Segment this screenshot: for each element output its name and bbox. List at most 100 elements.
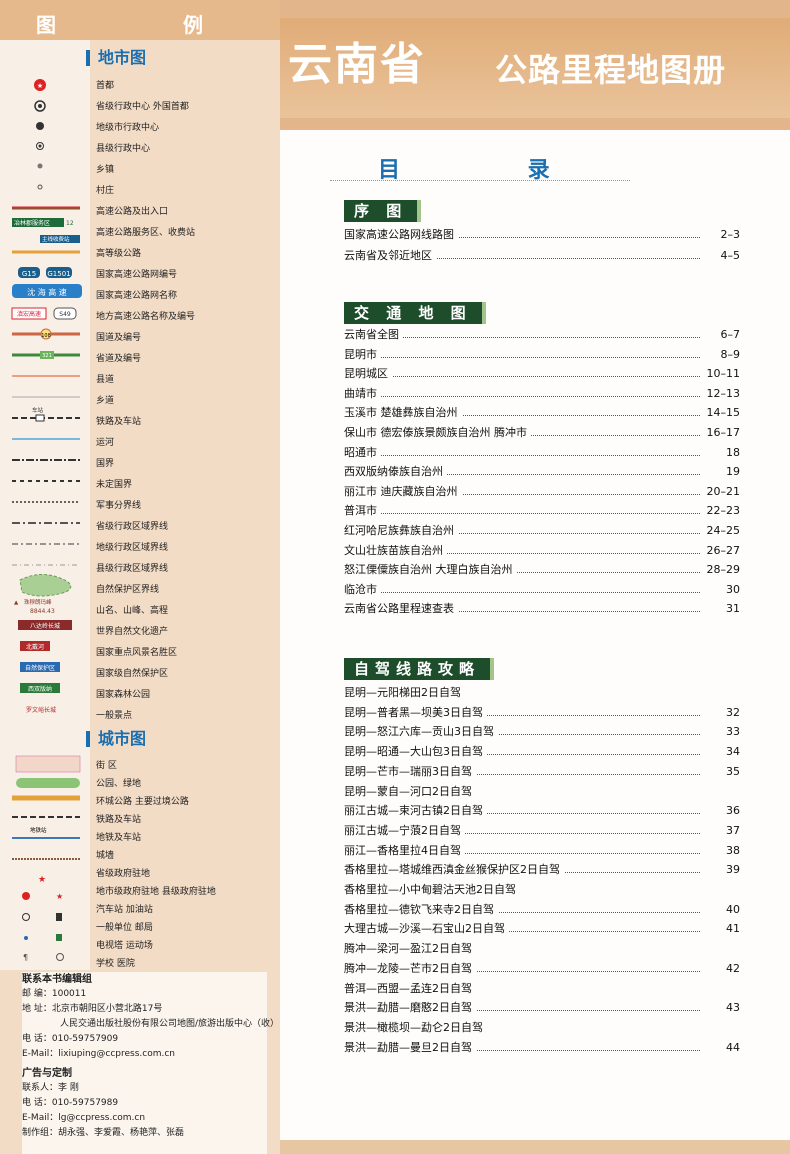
svg-text:★: ★ [37, 82, 43, 90]
legend-map-item: 地方高速公路名称及编号 [96, 312, 196, 322]
toc-entry-title: 怒江傈僳族自治州 大理白族自治州 [344, 561, 517, 580]
bus-station-icon [22, 913, 30, 921]
toc-entry-title: 大理古城—沙溪—石宝山2日自驾 [344, 920, 509, 939]
toc-entry[interactable]: 丽江古城—宁蒗2日自驾 37 [344, 821, 740, 840]
gas-station-icon [56, 913, 62, 921]
svg-text:G15: G15 [22, 270, 36, 278]
toc-entry[interactable]: 景洪—橄榄坝—勐仑2日自驾 [344, 1018, 740, 1037]
prefecture-gov-icon [22, 892, 30, 900]
legend-city-item: 省级政府驻地 [96, 869, 151, 879]
toc-entry[interactable]: 曲靖市 12–13 [344, 384, 740, 403]
toc-entry[interactable]: 国家高速公路网线路图 2–3 [344, 226, 740, 244]
svg-text:自然保护区: 自然保护区 [25, 664, 55, 672]
toc-entry[interactable]: 云南省及邻近地区 4–5 [344, 247, 740, 265]
toc-entry[interactable]: 普洱市 22–23 [344, 502, 740, 521]
toc-entry-title: 丽江市 迪庆藏族自治州 [344, 482, 462, 501]
toc-entry[interactable]: 昆明城区 10–11 [344, 365, 740, 384]
toc-entry[interactable]: 香格里拉—塔城维西滇金丝猴保护区2日自驾 39 [344, 861, 740, 880]
toc-entry-page: 38 [700, 841, 740, 860]
toc-entry-title: 保山市 德宏傣族景颇族自治州 腾冲市 [344, 424, 531, 442]
toc-entry-page: 40 [700, 900, 740, 919]
toc-entry[interactable]: 景洪—勐腊—曼旦2日自驾 44 [344, 1038, 740, 1057]
toc-entry[interactable]: 怒江傈僳族自治州 大理白族自治州 28–29 [344, 561, 740, 580]
toc-entry[interactable]: 昆明—元阳梯田2日自驾 [344, 684, 740, 702]
toc-entry-title: 昭通市 [344, 443, 381, 462]
bottom-band [280, 1140, 790, 1154]
toc-entry-title: 云南省及邻近地区 [344, 247, 436, 265]
legend-city-item: 一般单位 邮局 [96, 923, 153, 933]
toc-entry-page: 44 [700, 1038, 740, 1057]
toc-entry-title: 昆明城区 [344, 365, 392, 384]
toc-entry-page: 26–27 [700, 541, 740, 560]
toc-entry-title: 丽江古城—宁蒗2日自驾 [344, 821, 465, 840]
toc-entry[interactable]: 丽江—香格里拉4日自驾 38 [344, 841, 740, 860]
toc-entry-page: 16–17 [700, 424, 740, 442]
toc-entry-title: 曲靖市 [344, 384, 381, 403]
toc-leader-dots [344, 376, 700, 378]
toc-entry[interactable]: 大理古城—沙溪—石宝山2日自驾 41 [344, 920, 740, 939]
toc-entry[interactable]: 腾冲—梁河—盈江2日自驾 [344, 940, 740, 959]
toc-entry-title: 国家高速公路网线路图 [344, 226, 458, 244]
toc-entry[interactable]: 香格里拉—小中甸碧沽天池2日自驾 [344, 881, 740, 899]
toc-entry-page: 31 [700, 600, 740, 619]
toc-entry-title: 普洱—西盟—孟连2日自驾 [344, 979, 476, 998]
toc-entry[interactable]: 昆明—芒市—瑞丽3日自驾 35 [344, 762, 740, 781]
toc-entry-page: 43 [700, 999, 740, 1018]
toc-entry-title: 昆明市 [344, 345, 381, 364]
toc-entry[interactable]: 昆明—怒江六库—贡山3日自驾 33 [344, 723, 740, 742]
toc-entry[interactable]: 云南省全图 6–7 [344, 326, 740, 344]
toc-entry[interactable]: 昆明—普者黑—坝美3日自驾 32 [344, 703, 740, 722]
svg-text:8844.43: 8844.43 [30, 608, 55, 615]
toc-entry-title: 丽江—香格里拉4日自驾 [344, 841, 465, 860]
svg-text:西双版纳: 西双版纳 [28, 685, 52, 693]
toc-entry-page: 39 [700, 861, 740, 880]
legend-map-item: 乡镇 [96, 165, 115, 175]
legend-city-item: 地市级政府驻地 县级政府驻地 [96, 887, 216, 897]
toc-entry[interactable]: 文山壮族苗族自治州 26–27 [344, 541, 740, 560]
toc-entry[interactable]: 昭通市 18 [344, 443, 740, 462]
toc-entry[interactable]: 普洱—西盟—孟连2日自驾 [344, 979, 740, 998]
toc-entry-title: 景洪—勐腊—曼旦2日自驾 [344, 1038, 476, 1057]
legend-city-item: 城墙 [96, 851, 115, 861]
toc-entry[interactable]: 玉溪市 楚雄彝族自治州 14–15 [344, 404, 740, 423]
ad-email: E-Mail：lg@ccpress.com.cn [22, 1113, 146, 1123]
svg-text:主线收费站: 主线收费站 [42, 235, 70, 243]
toc-entry-title: 玉溪市 楚雄彝族自治州 [344, 404, 462, 423]
toc-entry-page: 32 [700, 703, 740, 722]
toc-entry[interactable]: 云南省公路里程速查表 31 [344, 600, 740, 619]
toc-leader-dots [344, 454, 700, 456]
toc-entry[interactable]: 昆明—蒙自—河口2日自驾 [344, 782, 740, 801]
legend-map-item: 高等级公路 [96, 249, 142, 259]
legend-map-item: 世界自然文化遗产 [96, 627, 169, 637]
toc-entry[interactable]: 景洪—勐腊—磨憨2日自驾 43 [344, 999, 740, 1018]
toc-entry-title: 香格里拉—塔城维西滇金丝猴保护区2日自驾 [344, 861, 564, 880]
toc-entry[interactable]: 临沧市 30 [344, 580, 740, 599]
toc-entry[interactable]: 丽江古城—束河古镇2日自驾 36 [344, 802, 740, 821]
svg-text:车站: 车站 [32, 406, 44, 414]
contact-heading: 联系本书编辑组 [22, 974, 92, 985]
legend-map-item: 一般景点 [96, 711, 133, 721]
svg-text:12: 12 [66, 220, 74, 227]
svg-text:地铁站: 地铁站 [30, 826, 47, 834]
toc-leader-dots [344, 356, 700, 358]
toc-entry-page: 4–5 [700, 247, 740, 265]
legend-map-item: 省级行政区域界线 [96, 522, 169, 532]
toc-entry[interactable]: 腾冲—龙陵—芒市2日自驾 42 [344, 959, 740, 978]
toc-entry-title: 文山壮族苗族自治州 [344, 541, 447, 560]
ad-heading: 广告与定制 [22, 1068, 72, 1079]
toc-entry[interactable]: 香格里拉—德钦飞来寺2日自驾 40 [344, 900, 740, 919]
svg-text:▲: ▲ [14, 600, 19, 606]
toc-entry[interactable]: 昆明—昭通—大山包3日自驾 34 [344, 743, 740, 762]
toc-entry[interactable]: 丽江市 迪庆藏族自治州 20–21 [344, 482, 740, 501]
toc-leader-dots [344, 513, 700, 515]
toc-entry-page: 30 [700, 580, 740, 599]
toc-entry[interactable]: 保山市 德宏傣族景颇族自治州 腾冲市 16–17 [344, 424, 740, 442]
legend-map-item: 县级行政区域界线 [96, 564, 169, 574]
toc-entry[interactable]: 红河哈尼族彝族自治州 24–25 [344, 522, 740, 540]
svg-text:八达岭长城: 八达岭长城 [30, 622, 60, 630]
toc-entry-page: 10–11 [700, 365, 740, 384]
toc-entry-title: 普洱市 [344, 502, 381, 521]
toc-entry[interactable]: 西双版纳傣族自治州 19 [344, 463, 740, 482]
toc-entry[interactable]: 昆明市 8–9 [344, 345, 740, 364]
toc-entry-title: 丽江古城—束河古镇2日自驾 [344, 802, 487, 821]
